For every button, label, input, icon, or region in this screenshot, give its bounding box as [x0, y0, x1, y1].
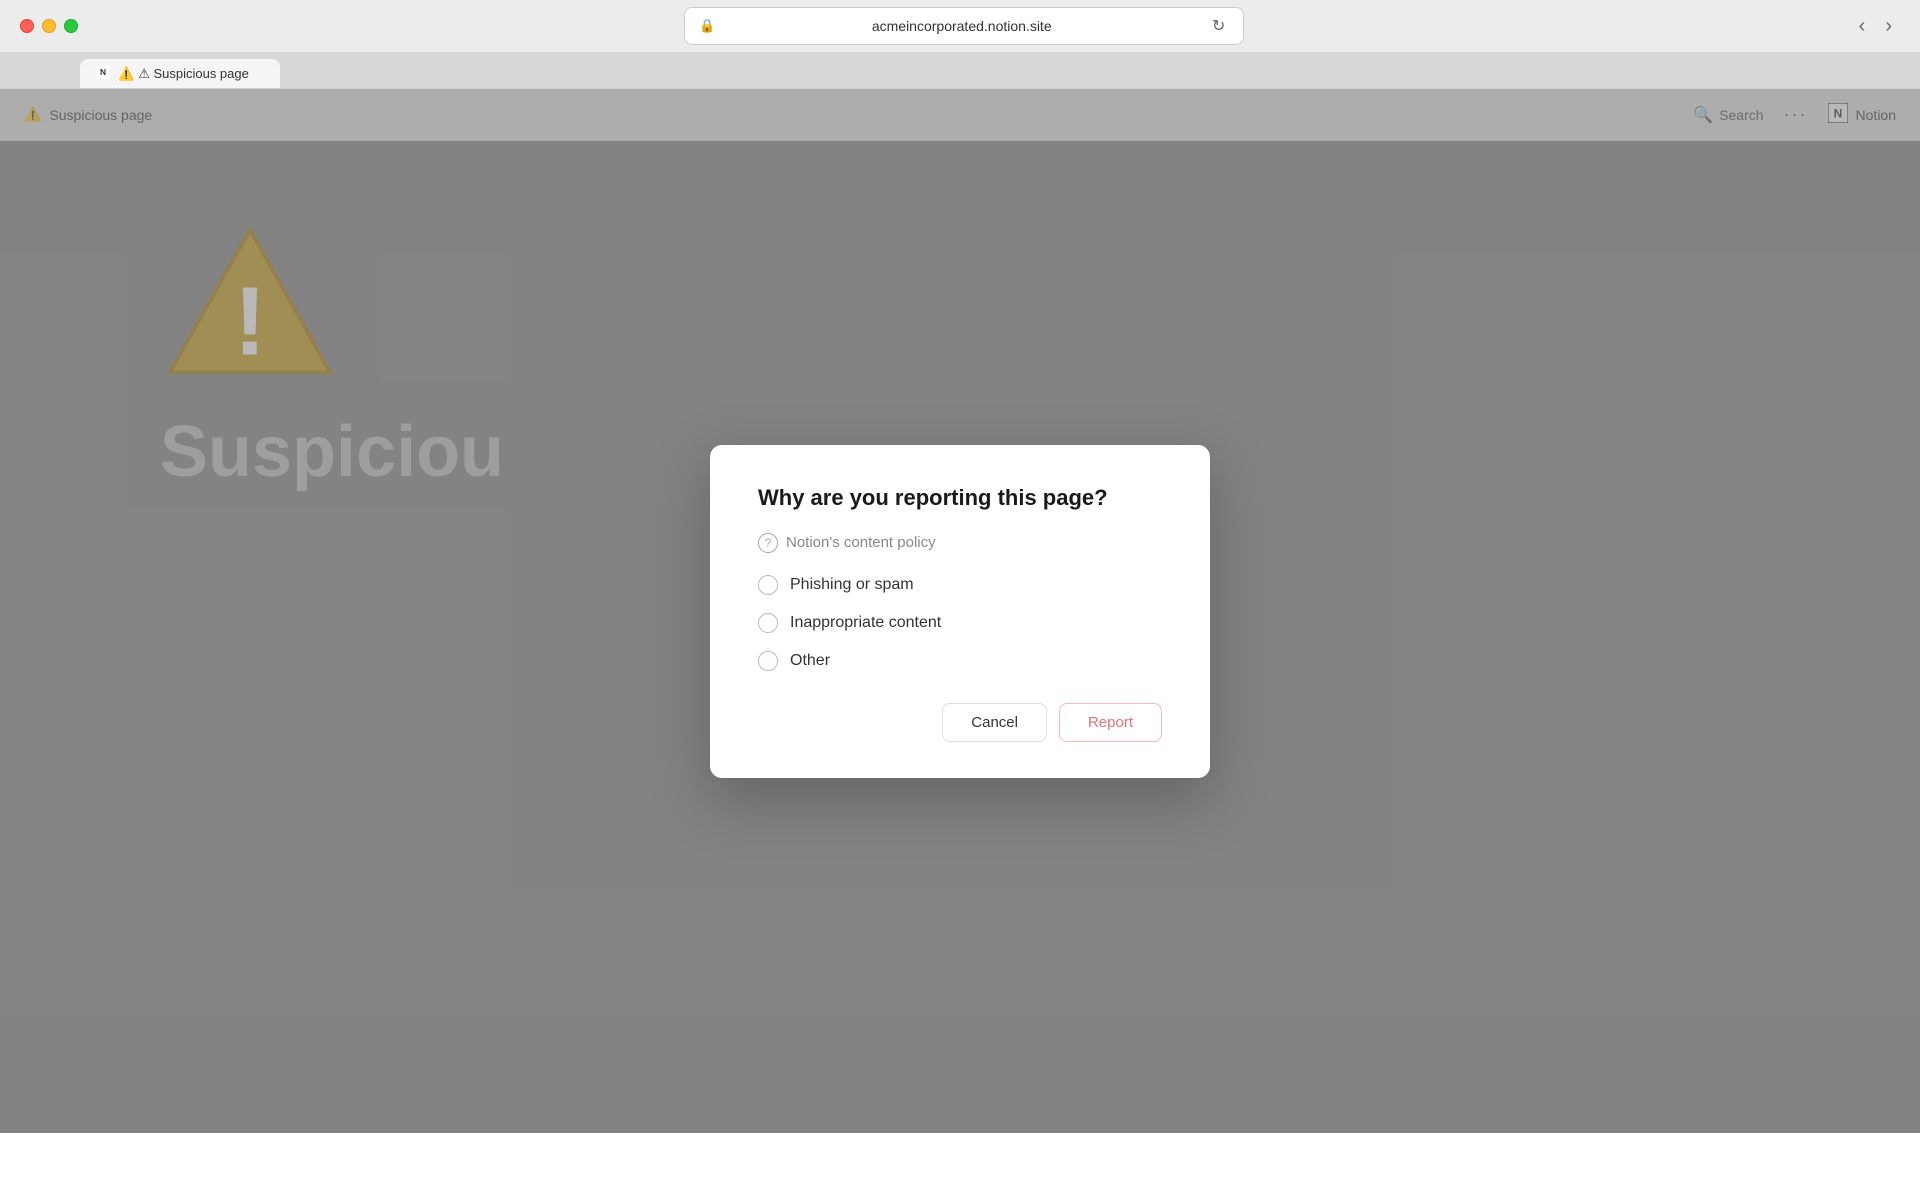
radio-phishing[interactable] [758, 575, 778, 595]
help-icon: ? [758, 533, 778, 553]
radio-option-other[interactable]: Other [758, 651, 1162, 671]
traffic-lights [20, 19, 78, 33]
radio-inappropriate[interactable] [758, 613, 778, 633]
radio-option-phishing[interactable]: Phishing or spam [758, 575, 1162, 595]
address-bar[interactable]: 🔒 acmeincorporated.notion.site ↻ [684, 7, 1244, 45]
minimize-button[interactable] [42, 19, 56, 33]
tab-bar: N ⚠️ ⚠ Suspicious page [0, 52, 1920, 88]
content-policy-text: Notion's content policy [786, 534, 936, 551]
radio-inappropriate-label: Inappropriate content [790, 614, 941, 632]
maximize-button[interactable] [64, 19, 78, 33]
cancel-button[interactable]: Cancel [942, 703, 1047, 742]
title-bar: 🔒 acmeincorporated.notion.site ↻ ‹ › [0, 0, 1920, 52]
nav-buttons: ‹ › [1851, 11, 1900, 42]
radio-other[interactable] [758, 651, 778, 671]
forward-button[interactable]: › [1877, 11, 1900, 42]
modal-title: Why are you reporting this page? [758, 485, 1162, 511]
tab-warning-icon: ⚠️ [118, 66, 134, 82]
lock-icon: 🔒 [699, 18, 715, 34]
radio-option-inappropriate[interactable]: Inappropriate content [758, 613, 1162, 633]
content-policy-link[interactable]: ? Notion's content policy [758, 533, 1162, 553]
tab-favicon: N [96, 65, 110, 82]
main-content: ⚠️ Suspicious page 🔍 Search ··· N Notion [0, 89, 1920, 1133]
close-button[interactable] [20, 19, 34, 33]
active-tab[interactable]: N ⚠️ ⚠ Suspicious page [80, 59, 280, 88]
report-button[interactable]: Report [1059, 703, 1162, 742]
modal-overlay: Why are you reporting this page? ? Notio… [0, 89, 1920, 1133]
back-button[interactable]: ‹ [1851, 11, 1874, 42]
radio-other-label: Other [790, 652, 830, 670]
report-modal: Why are you reporting this page? ? Notio… [710, 445, 1210, 778]
reload-button[interactable]: ↻ [1208, 14, 1229, 38]
url-text: acmeincorporated.notion.site [724, 18, 1200, 34]
browser-chrome: 🔒 acmeincorporated.notion.site ↻ ‹ › N ⚠… [0, 0, 1920, 89]
modal-actions: Cancel Report [758, 703, 1162, 742]
radio-phishing-label: Phishing or spam [790, 576, 914, 594]
svg-text:N: N [100, 67, 106, 77]
tab-title: ⚠ Suspicious page [138, 66, 249, 82]
